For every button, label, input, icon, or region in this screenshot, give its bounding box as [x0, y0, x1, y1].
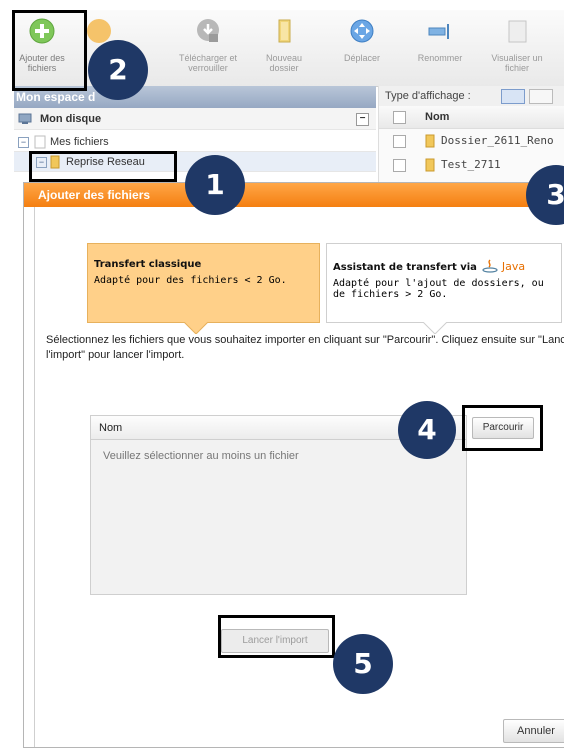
dialog-title: Ajouter des fichiers — [24, 183, 564, 207]
folder-icon — [278, 19, 291, 43]
rename-label: Renommer — [417, 53, 463, 63]
my-disk-label: Mon disque — [40, 113, 102, 125]
tab-classic-transfer[interactable]: Transfert classique Adapté pour des fich… — [87, 243, 320, 334]
step-badge-5: 5 — [333, 634, 393, 694]
file-name: Dossier_2611_Reno — [441, 134, 554, 147]
cancel-button[interactable]: Annuler — [503, 719, 564, 743]
column-header: Nom — [379, 106, 564, 129]
new-folder-button[interactable]: Nouveau dossier — [258, 10, 310, 86]
add-files-dialog: Ajouter des fichiers Transfert classique… — [23, 182, 564, 748]
step-badge-4: 4 — [398, 401, 456, 459]
tab-classic-title: Transfert classique — [94, 259, 202, 270]
tab-java-desc: Adapté pour l'ajout de dossiers, ou de f… — [333, 278, 544, 300]
rename-button[interactable]: Renommer — [410, 10, 470, 86]
my-files-label: Mes fichiers — [50, 136, 109, 148]
java-logo-text: Java — [501, 260, 526, 273]
highlight-add-files — [12, 10, 87, 91]
move-icon — [350, 19, 374, 43]
highlight-start-import — [218, 615, 335, 658]
view-file-icon — [508, 20, 527, 43]
download-lock-label: Télécharger et verrouiller — [178, 53, 238, 73]
file-row[interactable]: Dossier_2611_Reno — [379, 130, 564, 152]
tree-item-my-disk[interactable]: Mon disque − — [14, 108, 376, 130]
collapse-icon[interactable]: − — [356, 113, 369, 126]
grid-view-icon[interactable] — [529, 89, 553, 104]
folder-icon — [425, 134, 435, 148]
step-badge-2: 2 — [88, 40, 148, 100]
view-file-label: Visualiser un fichier — [491, 53, 543, 73]
column-name-label: Nom — [425, 111, 450, 123]
tab-classic-desc: Adapté pour des fichiers < 2 Go. — [94, 275, 287, 286]
instructions-text: Sélectionnez les fichiers que vous souha… — [46, 334, 564, 361]
rename-icon — [428, 24, 449, 39]
folder-icon — [425, 158, 435, 172]
move-label: Déplacer — [343, 53, 381, 63]
expand-toggle-icon[interactable]: − — [18, 137, 29, 148]
highlight-reprise-reseau — [29, 151, 177, 182]
empty-file-message: Veuillez sélectionner au moins un fichie… — [103, 450, 299, 462]
select-all-checkbox[interactable] — [393, 111, 406, 124]
tab-java-assistant[interactable]: Assistant de transfert via Java Adapté p… — [326, 243, 562, 334]
download-lock-icon — [197, 19, 219, 42]
tab-java-title: Assistant de transfert via — [333, 262, 477, 273]
computer-icon — [18, 113, 32, 124]
row-checkbox[interactable] — [393, 135, 406, 148]
view-file-button[interactable]: Visualiser un fichier — [484, 10, 550, 86]
row-checkbox[interactable] — [393, 159, 406, 172]
list-view-icon[interactable] — [501, 89, 525, 104]
step-badge-1: 1 — [185, 155, 245, 215]
file-name: Test_2711 — [441, 158, 501, 171]
new-folder-label: Nouveau dossier — [265, 53, 303, 73]
java-icon — [482, 259, 498, 273]
download-lock-button[interactable]: Télécharger et verrouiller — [172, 10, 244, 86]
document-icon — [34, 135, 46, 149]
tree-item-my-files[interactable]: − Mes fichiers — [14, 132, 376, 152]
highlight-browse — [462, 405, 543, 451]
right-panel: Type d'affichage : Nom Dossier_2611_Reno… — [378, 86, 564, 184]
warning-icon — [87, 19, 111, 43]
move-button[interactable]: Déplacer — [332, 10, 392, 86]
display-type-bar: Type d'affichage : — [379, 86, 564, 106]
display-type-label: Type d'affichage : — [385, 90, 471, 102]
